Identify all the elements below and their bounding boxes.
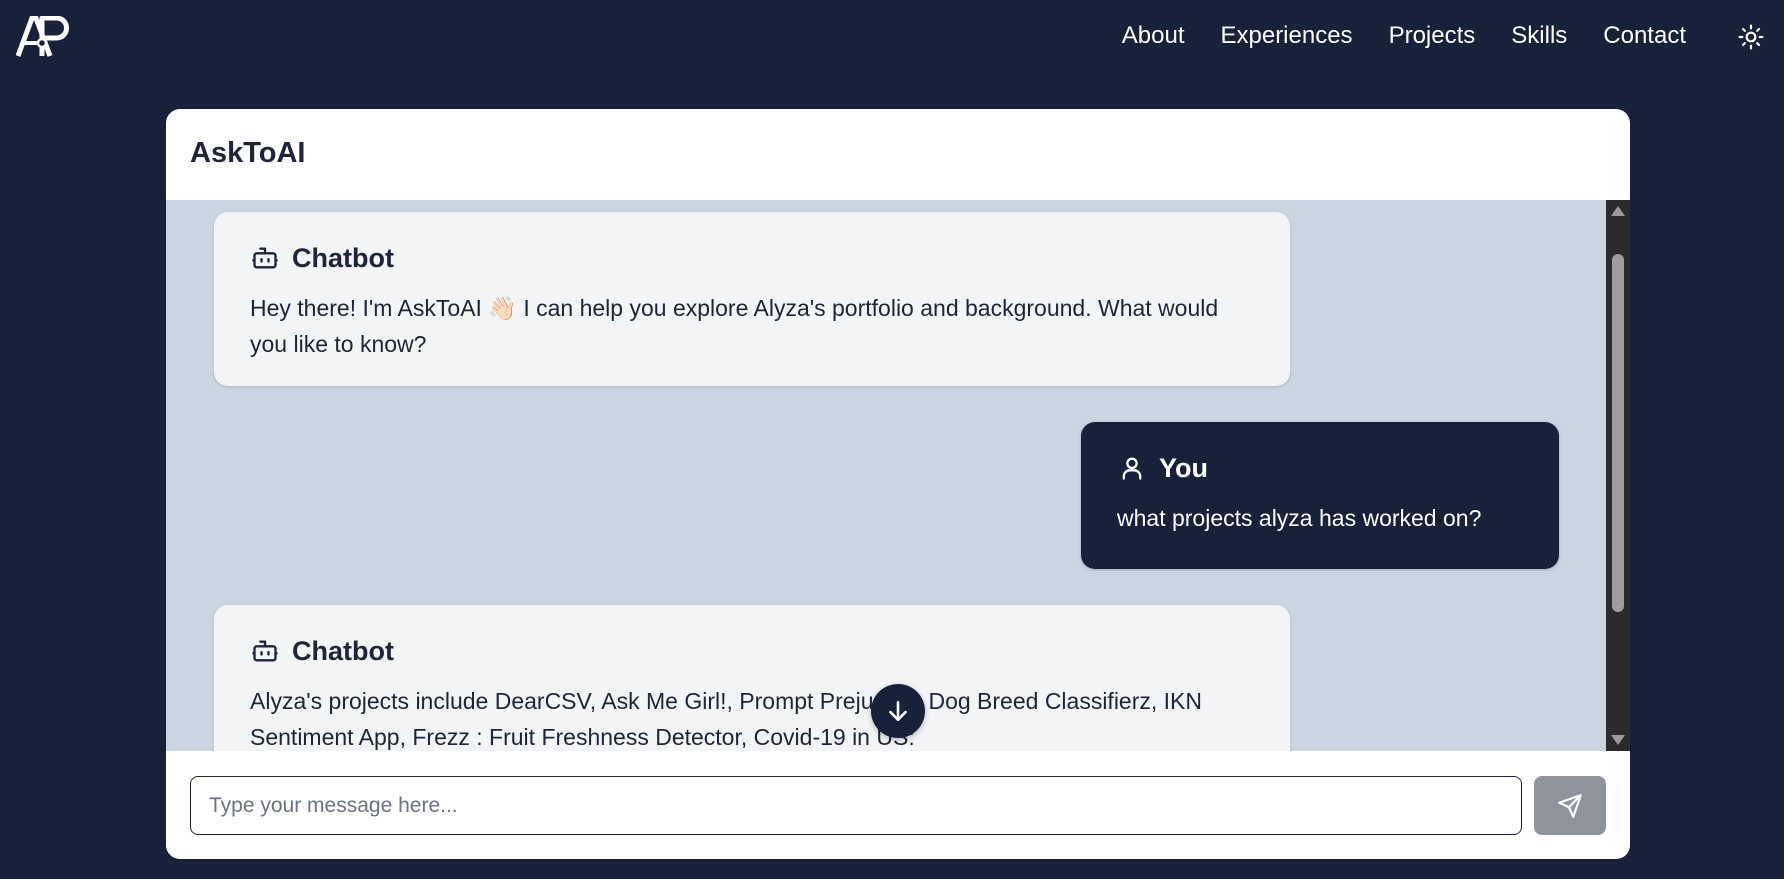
nav-link-experiences[interactable]: Experiences	[1220, 18, 1352, 54]
nav-link-about[interactable]: About	[1122, 18, 1185, 54]
message-input[interactable]	[190, 776, 1522, 835]
message-header: Chatbot	[250, 240, 1254, 276]
user-message: You what projects alyza has worked on?	[1081, 422, 1559, 569]
user-icon	[1117, 453, 1147, 483]
nav-link-contact[interactable]: Contact	[1603, 18, 1686, 54]
chat-scrollbar[interactable]	[1606, 200, 1630, 751]
top-navbar: About Experiences Projects Skills Contac…	[0, 0, 1784, 72]
chat-title: AskToAI	[190, 137, 306, 169]
chat-header: AskToAI	[166, 109, 1630, 200]
nav-menu: About Experiences Projects Skills Contac…	[1122, 18, 1686, 54]
bot-message: Chatbot Hey there! I'm AskToAI 👋🏻 I can …	[214, 212, 1290, 386]
message-text: what projects alyza has worked on?	[1117, 505, 1482, 531]
message-text: Alyza's projects include DearCSV, Ask Me…	[250, 688, 1203, 750]
message-header: You	[1117, 450, 1523, 486]
message-author: Chatbot	[292, 635, 394, 666]
nav-link-projects[interactable]: Projects	[1389, 18, 1476, 54]
send-icon	[1558, 793, 1582, 818]
bot-message: Chatbot Alyza's projects include DearCSV…	[214, 605, 1290, 751]
sun-icon[interactable]	[1738, 24, 1764, 50]
message-author: You	[1159, 452, 1208, 483]
chat-card: AskToAI Chatbot Hey there! I'm AskToAI 👋…	[166, 109, 1630, 859]
scroll-down-arrow-icon[interactable]	[1611, 735, 1625, 745]
scroll-up-arrow-icon[interactable]	[1611, 206, 1625, 216]
bot-icon	[250, 243, 280, 273]
scroll-to-bottom-button[interactable]	[871, 684, 925, 738]
message-composer	[166, 751, 1630, 859]
ap-logo[interactable]	[16, 16, 74, 58]
send-button[interactable]	[1534, 776, 1606, 835]
message-header: Chatbot	[250, 633, 1254, 669]
arrow-down-icon	[889, 701, 907, 721]
bot-icon	[250, 636, 280, 666]
nav-link-skills[interactable]: Skills	[1511, 18, 1567, 54]
chat-messages-area[interactable]: Chatbot Hey there! I'm AskToAI 👋🏻 I can …	[166, 200, 1630, 751]
message-text: Hey there! I'm AskToAI 👋🏻 I can help you…	[250, 295, 1219, 357]
scrollbar-thumb[interactable]	[1612, 254, 1624, 612]
message-author: Chatbot	[292, 242, 394, 273]
